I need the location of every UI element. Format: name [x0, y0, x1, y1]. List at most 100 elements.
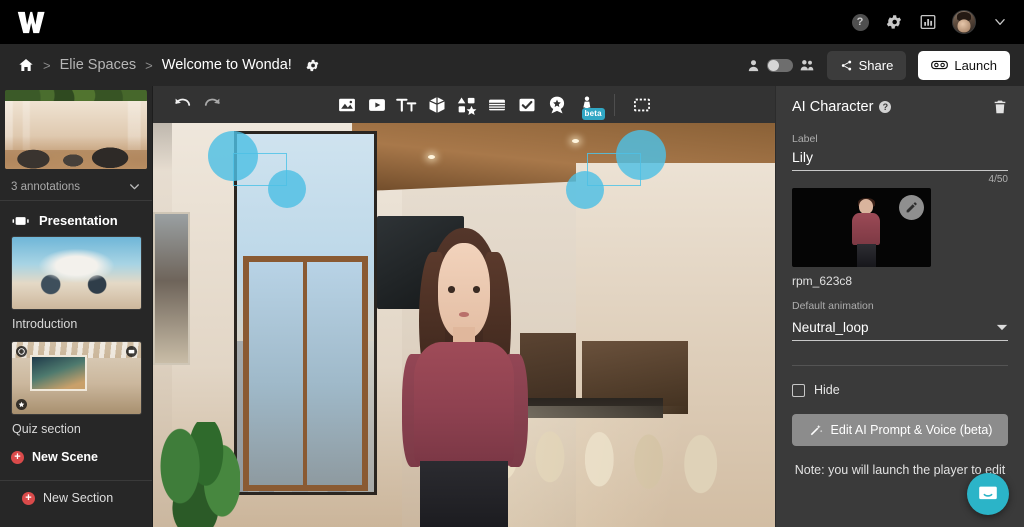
launch-button[interactable]: Launch: [918, 50, 1010, 80]
trash-icon[interactable]: [992, 99, 1008, 115]
character-preview[interactable]: [792, 188, 931, 267]
annotations-label: 3 annotations: [11, 180, 81, 193]
app-root: ? > Elie Spaces > Welcome to Wonda! Shar…: [0, 0, 1024, 527]
text-tool-icon[interactable]: [392, 91, 422, 119]
marquee-select-icon[interactable]: [627, 91, 657, 119]
chevron-down-icon[interactable]: [990, 12, 1010, 32]
scene-badge-video-icon: [126, 346, 137, 357]
section-title: Presentation: [39, 213, 118, 228]
pencil-icon[interactable]: [899, 195, 924, 220]
share-icon: [840, 59, 853, 72]
undo-icon[interactable]: [167, 91, 197, 119]
breadcrumb: > Elie Spaces > Welcome to Wonda!: [18, 57, 320, 73]
beta-badge: beta: [581, 107, 605, 120]
panel-divider: [792, 365, 1008, 366]
help-icon[interactable]: ?: [850, 12, 870, 32]
scene-label: Quiz section: [12, 422, 81, 436]
image-tool-icon[interactable]: [332, 91, 362, 119]
ai-character-tool-icon[interactable]: beta: [572, 91, 605, 120]
label-input[interactable]: [792, 145, 1008, 171]
settings-gear-icon[interactable]: [884, 12, 904, 32]
toggle-switch[interactable]: [766, 58, 793, 72]
new-scene-label: New Scene: [32, 450, 99, 464]
panel-note: Note: you will launch the player to edit: [794, 463, 1006, 477]
scene-3d-render: [153, 123, 775, 527]
panel-title: AI Character: [792, 99, 874, 115]
scene-door-mullion: [303, 262, 308, 485]
character-eye-right: [473, 286, 481, 293]
character-eye-left: [447, 286, 455, 293]
scene-thumbnail[interactable]: [11, 236, 142, 310]
annotations-row[interactable]: 3 annotations: [0, 173, 152, 201]
toolbar-divider: [613, 93, 615, 116]
scene-card-quiz-section[interactable]: Quiz section: [0, 341, 152, 440]
preview-figure: [850, 197, 882, 267]
section-presentation[interactable]: Presentation: [0, 201, 152, 236]
ceiling-light: [571, 139, 579, 144]
home-icon[interactable]: [18, 57, 34, 73]
edit-ai-prompt-button[interactable]: Edit AI Prompt & Voice (beta): [792, 414, 1008, 446]
header-actions: Share Launch: [746, 50, 1010, 80]
editor-toolbar: beta: [153, 86, 775, 123]
character-pants: [420, 461, 508, 527]
share-button[interactable]: Share: [826, 50, 907, 80]
scene-ai-character[interactable]: [386, 228, 542, 527]
presentation-icon: [11, 215, 31, 227]
character-file-name: rpm_623c8: [792, 274, 853, 288]
panel-title-group: AI Character ?: [792, 99, 892, 115]
badge-tool-icon[interactable]: [542, 91, 572, 119]
breadcrumb-workspace[interactable]: Elie Spaces: [60, 57, 137, 73]
new-scene-button[interactable]: + New Scene: [0, 440, 152, 474]
quiz-tool-icon[interactable]: [512, 91, 542, 119]
users-icon: [799, 57, 815, 73]
collaboration-toggle[interactable]: [746, 57, 815, 73]
character-face: [437, 242, 491, 339]
share-label: Share: [858, 57, 894, 73]
scene-badge-360-icon: [16, 346, 27, 357]
label-field-caption: Label: [792, 133, 818, 145]
edit-ai-prompt-label: Edit AI Prompt & Voice (beta): [830, 423, 993, 437]
wonda-logo-icon[interactable]: [14, 7, 48, 37]
chevron-down-icon[interactable]: [128, 180, 141, 193]
editor-center: beta: [153, 86, 775, 527]
3d-model-tool-icon[interactable]: [422, 91, 452, 119]
scene-viewport[interactable]: [153, 123, 775, 527]
card-tool-icon[interactable]: [482, 91, 512, 119]
panorama-furniture: [5, 135, 147, 169]
shapes-tool-icon[interactable]: [452, 91, 482, 119]
project-settings-gear-icon[interactable]: [305, 58, 320, 73]
chevron-down-icon[interactable]: [996, 323, 1008, 332]
user-avatar[interactable]: [952, 10, 976, 34]
panorama-thumbnail[interactable]: [5, 90, 147, 169]
animation-select-row[interactable]: Neutral_loop: [792, 316, 1008, 341]
scene-door: [243, 256, 368, 491]
plus-circle-icon: +: [22, 491, 35, 505]
video-tool-icon[interactable]: [362, 91, 392, 119]
properties-panel: AI Character ? Label 4/50: [775, 86, 1024, 527]
chat-bubble-icon[interactable]: [967, 473, 1009, 515]
hide-checkbox-row[interactable]: Hide: [792, 383, 1008, 397]
hide-label: Hide: [814, 383, 840, 397]
breadcrumb-project[interactable]: Welcome to Wonda!: [162, 57, 292, 73]
scene-label: Introduction: [12, 317, 78, 331]
animation-select[interactable]: Neutral_loop: [792, 316, 1008, 341]
launch-label: Launch: [954, 57, 997, 73]
scene-wall-art: [153, 211, 191, 366]
new-section-button[interactable]: + New Section: [0, 480, 152, 515]
analytics-icon[interactable]: [918, 12, 938, 32]
scene-card-introduction[interactable]: Introduction: [0, 236, 152, 335]
character-mouth: [458, 311, 470, 317]
plus-circle-icon: +: [11, 450, 24, 464]
help-icon[interactable]: ?: [879, 101, 892, 113]
scene-thumbnail[interactable]: [11, 341, 142, 415]
label-char-counter: 4/50: [988, 174, 1008, 185]
hide-checkbox[interactable]: [792, 383, 805, 397]
main-body: 3 annotations Presentation Introduction …: [0, 86, 1024, 527]
breadcrumb-bar: > Elie Spaces > Welcome to Wonda! Share …: [0, 44, 1024, 86]
character-shirt: [414, 341, 514, 468]
breadcrumb-separator-2: >: [145, 57, 153, 73]
magic-wand-icon: [808, 423, 823, 438]
redo-icon[interactable]: [197, 91, 227, 119]
preview-legs: [856, 243, 876, 267]
breadcrumb-separator-1: >: [43, 57, 51, 73]
